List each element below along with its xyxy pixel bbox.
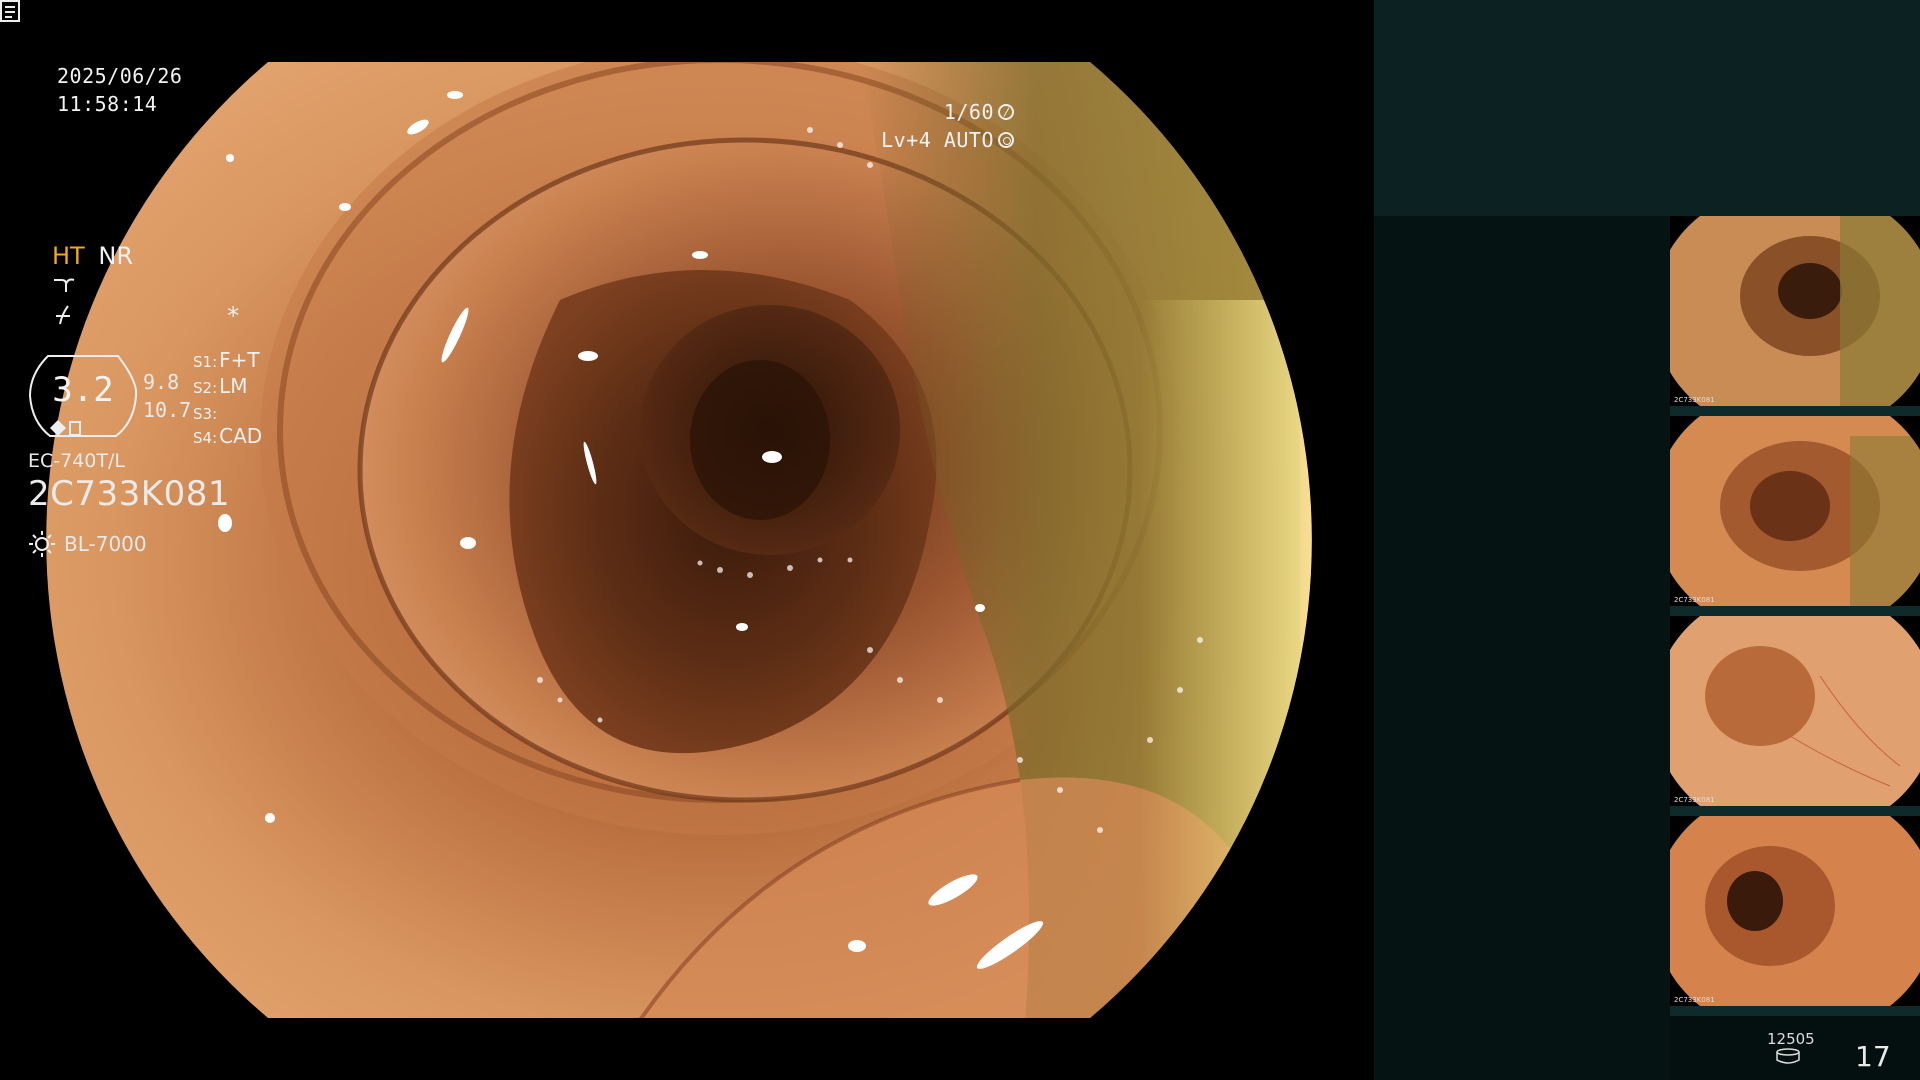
footer-number: 17 (1855, 1040, 1891, 1073)
zoom-aux-value-2: 10.7 (143, 398, 192, 422)
scope-model: EC-740T/L (28, 450, 125, 472)
thumbnail-image (1670, 216, 1920, 416)
level-mode-text: Lv+4 AUTO (881, 128, 994, 152)
mode-nr-label: NR (98, 242, 133, 270)
zoom-value: 3.2 (52, 370, 114, 410)
thumbnail-2[interactable]: 2C733K081 (1670, 416, 1920, 616)
shutter-icon (998, 104, 1014, 120)
switch-s1: S1: F+T (193, 348, 260, 372)
switch-value: LM (219, 374, 248, 398)
zoom-badge: 3.2 (28, 352, 138, 440)
thumbnail-3[interactable]: 2C733K081 (1670, 616, 1920, 816)
switch-key: S3: (193, 405, 218, 423)
switch-value: F+T (219, 348, 260, 372)
endoscopic-image (46, 62, 1312, 1018)
thumbnail-image (1670, 416, 1920, 616)
thumbnail-serial: 2C733K081 (1674, 596, 1715, 604)
switch-s4: S4: CAD (193, 424, 262, 448)
image-counter: 12505 (1767, 1030, 1815, 1048)
thumbnail-1[interactable]: 2C733K081 (1670, 216, 1920, 416)
switch-key: S2: (193, 379, 218, 397)
thumbnail-image (1670, 616, 1920, 816)
switch-s3: S3: (193, 400, 219, 424)
zoom-aux-value-1: 9.8 (143, 370, 180, 394)
endoscopy-monitor-screen: 2025/06/26 11:58:14 1/60 Lv+4 AUTO HT NR (0, 0, 1920, 1080)
switch-s2: S2: LM (193, 374, 248, 398)
light-source-label: BL-7000 (64, 532, 147, 556)
enhancement-icon (56, 305, 70, 325)
panel-info-area (1374, 216, 1670, 1080)
time-text: 11:58:14 (57, 92, 158, 116)
switch-value: CAD (219, 424, 263, 448)
exposure-overlay: 1/60 Lv+4 AUTO (881, 98, 1014, 154)
disk-icon (1776, 1048, 1800, 1064)
tone-curve-icon (54, 278, 75, 292)
sun-icon (29, 531, 55, 557)
thumbnail-serial: 2C733K081 (1674, 396, 1715, 404)
aperture-icon (998, 132, 1014, 148)
light-source-row: BL-7000 (28, 530, 147, 558)
thumbnail-serial: 2C733K081 (1674, 996, 1715, 1004)
thumbnail-4[interactable]: 2C733K081 (1670, 816, 1920, 1016)
mode-ht-label: HT (52, 242, 85, 270)
image-mode-row: HT NR (52, 242, 133, 270)
switch-key: S1: (193, 353, 218, 371)
date-time-overlay: 2025/06/26 11:58:14 (57, 62, 182, 118)
shutter-text: 1/60 (943, 100, 994, 124)
thumbnail-image (1670, 816, 1920, 1016)
thumbnail-serial: 2C733K081 (1674, 796, 1715, 804)
thumbnail-strip: 2C733K081 2C733K081 2C733K081 2C733K081 (1670, 216, 1920, 1016)
endoscopic-image-view: 2025/06/26 11:58:14 1/60 Lv+4 AUTO (0, 0, 1374, 1080)
scope-serial: 2C733K081 (28, 474, 230, 514)
asterisk-icon: * (226, 302, 241, 330)
panel-top-area (1374, 0, 1920, 216)
date-text: 2025/06/26 (57, 64, 183, 88)
switch-key: S4: (193, 429, 218, 447)
